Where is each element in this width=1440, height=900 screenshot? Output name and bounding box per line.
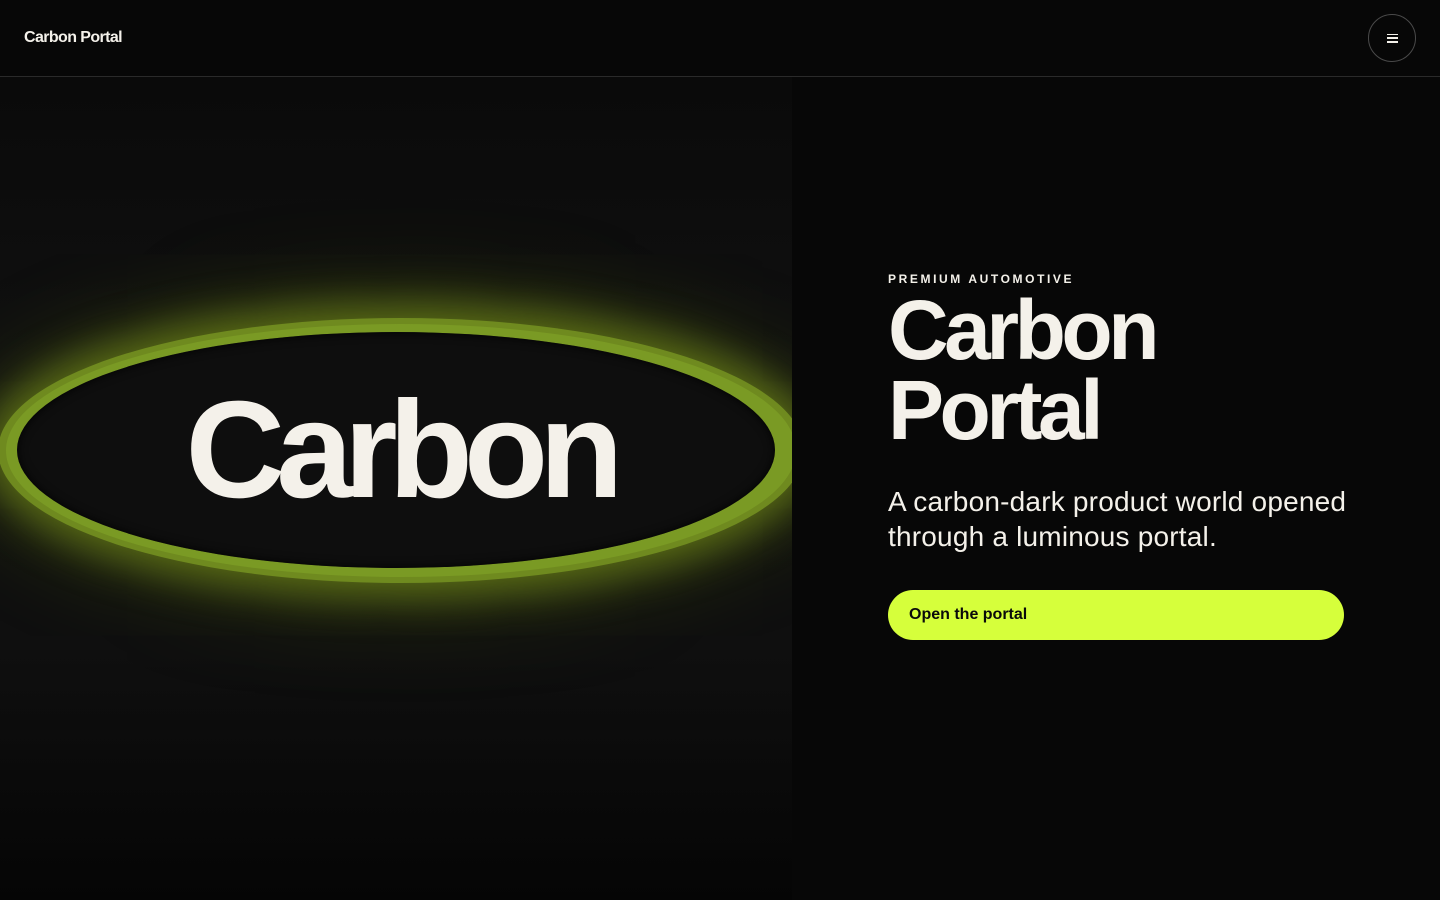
hero-headline: Carbon Portal (888, 283, 1368, 457)
portal-stage: Carbon (0, 77, 792, 900)
menu-button[interactable] (1368, 14, 1416, 62)
hero-content: PREMIUM AUTOMOTIVE Carbon Portal A carbo… (888, 272, 1368, 640)
brand-logo-link[interactable]: Carbon Portal (24, 29, 123, 47)
open-portal-button[interactable]: Open the portal (888, 590, 1344, 640)
site-header: Carbon Portal (0, 0, 1440, 77)
hero-subhead: A carbon-dark product world opened throu… (888, 486, 1347, 552)
headline-line-2: Portal (888, 363, 1104, 457)
portal-wordmark: Carbon (185, 373, 624, 527)
headline-line-1: Carbon (888, 283, 1160, 377)
hamburger-menu-icon (1386, 33, 1398, 43)
